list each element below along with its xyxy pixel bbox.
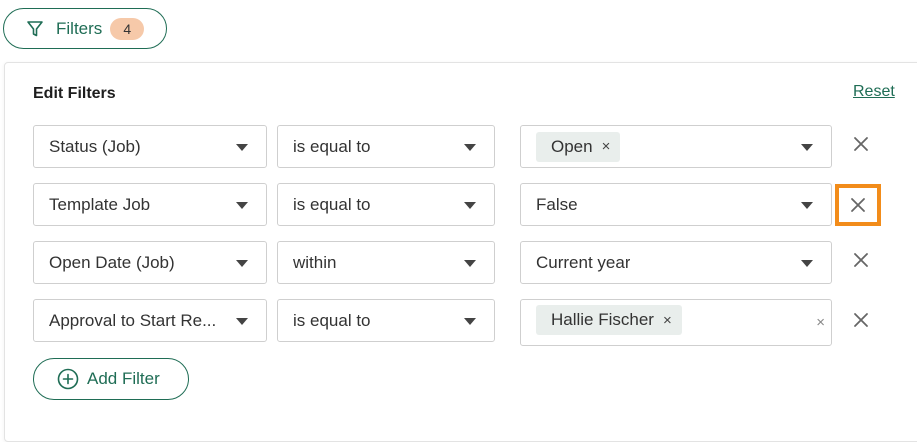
value-chip: Hallie Fischer × <box>536 305 682 335</box>
caret-down-icon <box>801 144 813 151</box>
operator-select[interactable]: is equal to <box>277 299 495 342</box>
field-select[interactable]: Status (Job) <box>33 125 267 168</box>
operator-select[interactable]: is equal to <box>277 183 495 226</box>
remove-filter-button[interactable] <box>839 300 883 340</box>
caret-down-icon <box>236 260 248 267</box>
remove-filter-button-highlighted[interactable] <box>835 184 881 226</box>
plus-circle-icon <box>57 368 79 390</box>
value-select[interactable]: Open × <box>520 125 832 168</box>
chip-remove-icon[interactable]: × <box>663 312 672 329</box>
field-select-value: Status (Job) <box>49 136 141 156</box>
field-select[interactable]: Open Date (Job) <box>33 241 267 284</box>
close-icon <box>854 313 868 327</box>
edit-filters-panel: Edit Filters Reset Status (Job) is equal… <box>4 62 917 442</box>
filters-button-label: Filters <box>56 18 103 38</box>
operator-select-value: is equal to <box>293 136 371 156</box>
value-multiselect[interactable]: Hallie Fischer × × <box>520 299 832 346</box>
caret-down-icon <box>464 260 476 267</box>
value-chip-label: Hallie Fischer <box>551 310 654 329</box>
operator-select[interactable]: is equal to <box>277 125 495 168</box>
field-select[interactable]: Template Job <box>33 183 267 226</box>
funnel-icon <box>27 20 43 36</box>
add-filter-button[interactable]: Add Filter <box>33 358 189 400</box>
filters-button[interactable]: Filters 4 <box>3 8 167 49</box>
caret-down-icon <box>236 202 248 209</box>
chip-remove-icon[interactable]: × <box>602 138 611 155</box>
add-filter-label: Add Filter <box>87 369 160 388</box>
value-select[interactable]: Current year <box>520 241 832 284</box>
remove-filter-button[interactable] <box>839 124 883 164</box>
field-select-value: Open Date (Job) <box>49 252 175 272</box>
value-select-value: Current year <box>536 252 631 272</box>
reset-link[interactable]: Reset <box>853 83 895 101</box>
filter-count-badge: 4 <box>110 17 145 40</box>
caret-down-icon <box>236 318 248 325</box>
caret-down-icon <box>464 318 476 325</box>
operator-select[interactable]: within <box>277 241 495 284</box>
caret-down-icon <box>464 202 476 209</box>
field-select[interactable]: Approval to Start Re... <box>33 299 267 342</box>
value-select-value: False <box>536 194 578 214</box>
field-select-value: Template Job <box>49 194 151 214</box>
clear-value-icon[interactable]: × <box>816 314 825 331</box>
remove-filter-button[interactable] <box>839 240 883 280</box>
value-chip: Open × <box>536 131 621 162</box>
close-icon <box>854 137 868 151</box>
field-select-value: Approval to Start Re... <box>49 310 217 330</box>
operator-select-value: is equal to <box>293 194 371 214</box>
caret-down-icon <box>801 202 813 209</box>
close-icon <box>851 198 865 212</box>
operator-select-value: is equal to <box>293 310 371 330</box>
caret-down-icon <box>236 144 248 151</box>
caret-down-icon <box>801 260 813 267</box>
operator-select-value: within <box>293 252 337 272</box>
caret-down-icon <box>464 144 476 151</box>
close-icon <box>854 253 868 267</box>
value-chip-label: Open <box>551 136 593 156</box>
panel-title: Edit Filters <box>33 85 116 102</box>
value-select[interactable]: False <box>520 183 832 226</box>
